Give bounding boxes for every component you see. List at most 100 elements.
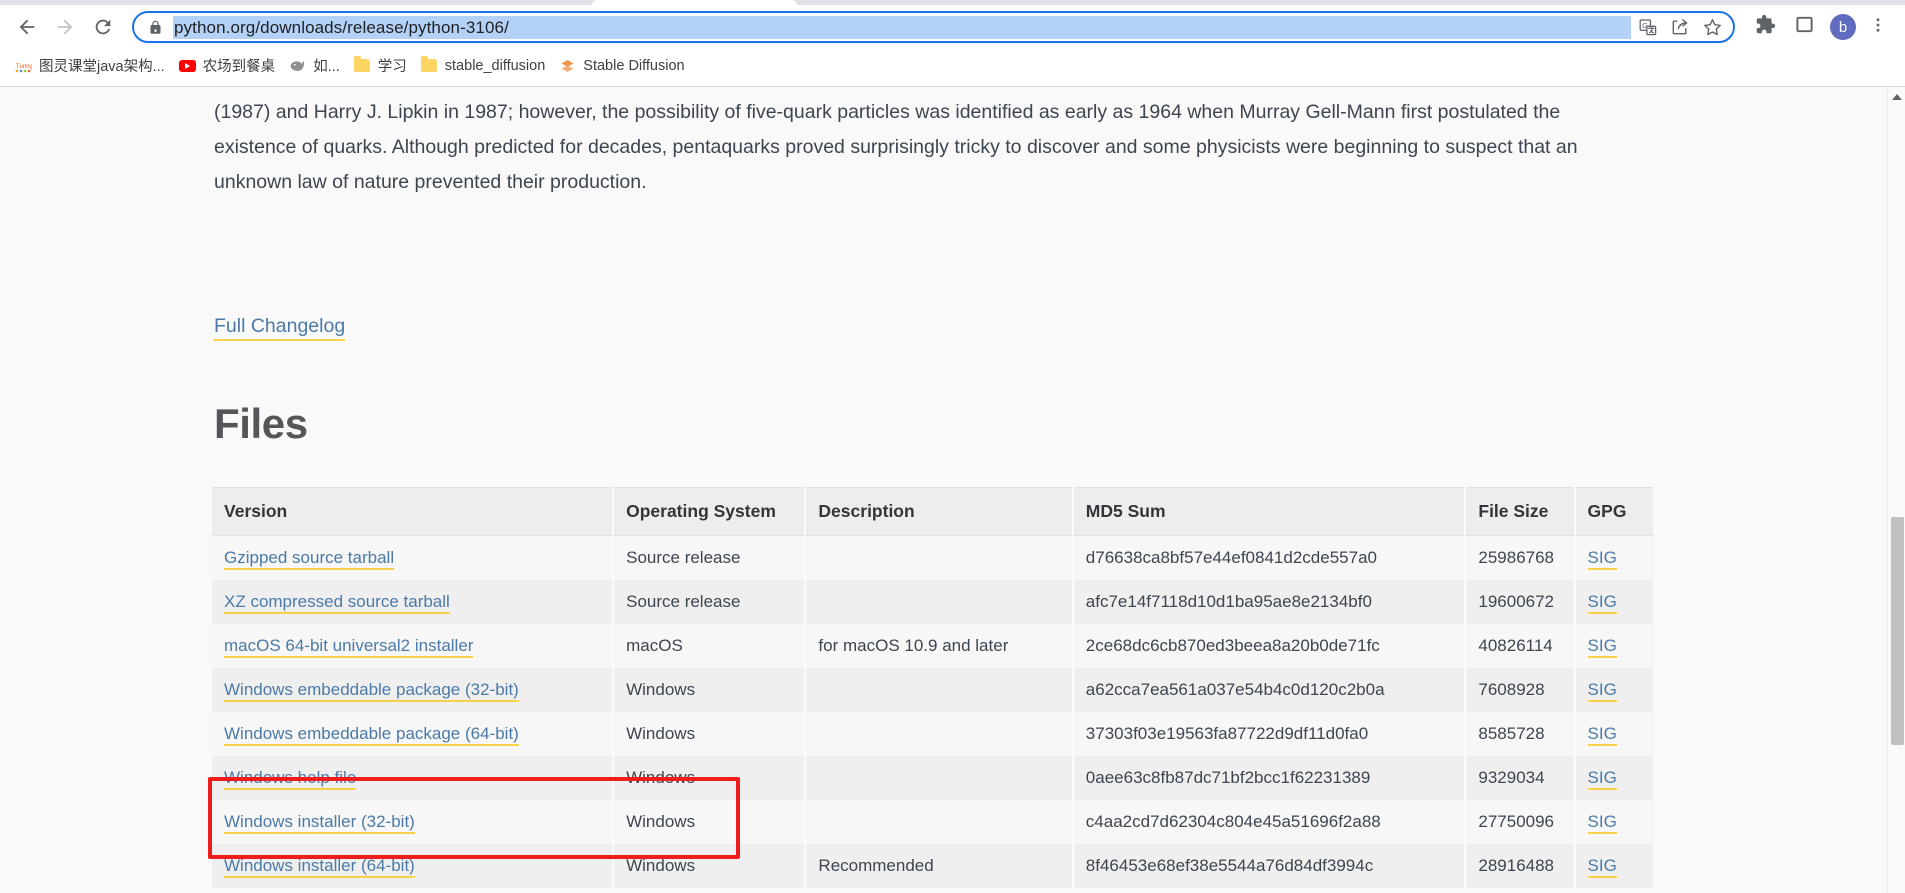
- cell-operating-system: Source release: [612, 579, 806, 624]
- column-header-md5-sum[interactable]: MD5 Sum: [1071, 487, 1466, 536]
- folder-icon: [421, 56, 438, 74]
- cell-version: Windows installer (64-bit): [212, 843, 614, 888]
- table-row: Windows installer (64-bit) Windows Recom…: [212, 843, 1653, 888]
- page-title: Files: [214, 400, 308, 447]
- download-link[interactable]: Windows embeddable package (32-bit): [224, 679, 519, 702]
- bookmark-label: stable_diffusion: [444, 57, 546, 74]
- bookmark-label: 如...: [313, 59, 340, 75]
- download-link[interactable]: Windows installer (64-bit): [224, 855, 415, 878]
- bookmark-label: Stable Diffusion: [583, 57, 685, 74]
- back-arrow-icon: [16, 16, 38, 38]
- cell-gpg: SIG: [1573, 799, 1653, 844]
- browser-chrome: python.org/downloads/release/python-3106…: [0, 0, 1905, 87]
- column-header-description[interactable]: Description: [804, 487, 1073, 536]
- sig-link[interactable]: SIG: [1587, 635, 1617, 658]
- table-row: Gzipped source tarball Source release d7…: [212, 535, 1653, 580]
- cell-operating-system: Source release: [612, 535, 806, 580]
- sig-link[interactable]: SIG: [1587, 679, 1617, 702]
- bookmark-folder-xuexi[interactable]: 学习: [347, 52, 414, 80]
- sig-link[interactable]: SIG: [1587, 811, 1617, 834]
- column-header-gpg[interactable]: GPG: [1573, 487, 1653, 536]
- forward-button[interactable]: [48, 10, 82, 44]
- cell-gpg: SIG: [1573, 579, 1653, 624]
- bookmark-ru[interactable]: 如...: [282, 52, 347, 80]
- download-link[interactable]: Windows installer (32-bit): [224, 811, 415, 834]
- column-header-version[interactable]: Version: [212, 487, 614, 536]
- browser-menu-button[interactable]: [1861, 10, 1895, 44]
- cell-operating-system: Windows: [612, 667, 806, 712]
- cell-md5-sum: 8f46453e68ef38e5544a76d84df3994c: [1071, 843, 1466, 888]
- share-icon[interactable]: [1665, 13, 1695, 41]
- cell-description: [804, 579, 1073, 624]
- extensions-button[interactable]: [1748, 10, 1782, 44]
- sig-link[interactable]: SIG: [1587, 591, 1617, 614]
- stable-diffusion-icon: [559, 57, 576, 74]
- cell-gpg: SIG: [1573, 843, 1653, 888]
- cell-gpg: SIG: [1573, 755, 1653, 800]
- scroll-up-arrow[interactable]: [1888, 89, 1905, 105]
- star-icon[interactable]: [1697, 13, 1727, 41]
- download-link[interactable]: macOS 64-bit universal2 installer: [224, 635, 474, 658]
- scrollbar-thumb[interactable]: [1891, 517, 1904, 745]
- bookmark-label: 学习: [377, 59, 407, 75]
- lock-icon[interactable]: [148, 19, 163, 36]
- bookmarks-bar: Turing 图灵课堂java架构... 农场到餐桌 如... 学习 stabl…: [0, 45, 1905, 86]
- bookmark-label: 农场到餐桌: [202, 59, 276, 75]
- address-bar[interactable]: python.org/downloads/release/python-3106…: [132, 11, 1735, 43]
- reload-button[interactable]: [86, 10, 120, 44]
- cell-file-size: 19600672: [1464, 579, 1575, 624]
- cell-description: [804, 535, 1073, 580]
- cell-file-size: 40826114: [1464, 623, 1575, 668]
- download-link[interactable]: Gzipped source tarball: [224, 547, 395, 570]
- sig-link[interactable]: SIG: [1587, 723, 1617, 746]
- download-link[interactable]: Windows embeddable package (64-bit): [224, 723, 519, 746]
- cell-operating-system: Windows: [612, 755, 806, 800]
- download-link[interactable]: Windows help file: [224, 767, 357, 790]
- bookmark-farm-to-table[interactable]: 农场到餐桌: [172, 52, 283, 80]
- sig-link[interactable]: SIG: [1587, 767, 1617, 790]
- cell-operating-system: Windows: [612, 799, 806, 844]
- cell-file-size: 9329034: [1464, 755, 1575, 800]
- avatar[interactable]: b: [1830, 14, 1856, 40]
- bookmark-folder-stable-diffusion[interactable]: stable_diffusion: [414, 52, 553, 80]
- table-row: Windows embeddable package (32-bit) Wind…: [212, 667, 1653, 712]
- full-changelog-link[interactable]: Full Changelog: [214, 315, 346, 341]
- cell-file-size: 28916488: [1464, 843, 1575, 888]
- cell-description: Recommended: [804, 843, 1073, 888]
- three-dot-menu-icon: [1869, 16, 1887, 39]
- cell-md5-sum: c4aa2cd7d62304c804e45a51696f2a88: [1071, 799, 1466, 844]
- cell-gpg: SIG: [1573, 535, 1653, 580]
- cell-description: [804, 755, 1073, 800]
- cell-md5-sum: 37303f03e19563fa87722d9df11d0fa0: [1071, 711, 1466, 756]
- bookmark-label: 图灵课堂java架构...: [39, 59, 165, 75]
- download-link[interactable]: XZ compressed source tarball: [224, 591, 450, 614]
- folder-icon: [354, 56, 371, 74]
- table-row: Windows help file Windows 0aee63c8fb87dc…: [212, 755, 1653, 800]
- bookmark-stable-diffusion-site[interactable]: Stable Diffusion: [552, 52, 691, 80]
- cell-md5-sum: afc7e14f7118d10d1ba95ae8e2134bf0: [1071, 579, 1466, 624]
- intro-paragraph: (1987) and Harry J. Lipkin in 1987; howe…: [214, 101, 1578, 193]
- cell-version: Gzipped source tarball: [212, 535, 614, 580]
- side-panel-button[interactable]: [1787, 10, 1821, 44]
- table-header-row: Version Operating System Description MD5…: [212, 487, 1653, 536]
- cell-md5-sum: 2ce68dc6cb870ed3beea8a20b0de71fc: [1071, 623, 1466, 668]
- back-button[interactable]: [10, 10, 44, 44]
- table-row: Windows installer (32-bit) Windows c4aa2…: [212, 799, 1653, 844]
- column-header-operating-system[interactable]: Operating System: [612, 487, 806, 536]
- sig-link[interactable]: SIG: [1587, 855, 1617, 878]
- sig-link[interactable]: SIG: [1587, 547, 1617, 570]
- turing-site-icon: Turing: [15, 57, 32, 74]
- cell-gpg: SIG: [1573, 711, 1653, 756]
- cell-md5-sum: a62cca7ea561a037e54b4c0d120c2b0a: [1071, 667, 1466, 712]
- column-header-file-size[interactable]: File Size: [1464, 487, 1575, 536]
- translate-icon[interactable]: G: [1633, 13, 1663, 41]
- bookmark-turing-java[interactable]: Turing 图灵课堂java架构...: [8, 52, 172, 80]
- cell-file-size: 7608928: [1464, 667, 1575, 712]
- files-table: Version Operating System Description MD5…: [212, 487, 1653, 888]
- cell-file-size: 8585728: [1464, 711, 1575, 756]
- page-scrollbar[interactable]: [1887, 87, 1905, 893]
- table-row: Windows embeddable package (64-bit) Wind…: [212, 711, 1653, 756]
- url-text[interactable]: python.org/downloads/release/python-3106…: [173, 15, 1631, 39]
- cell-file-size: 25986768: [1464, 535, 1575, 580]
- cell-file-size: 27750096: [1464, 799, 1575, 844]
